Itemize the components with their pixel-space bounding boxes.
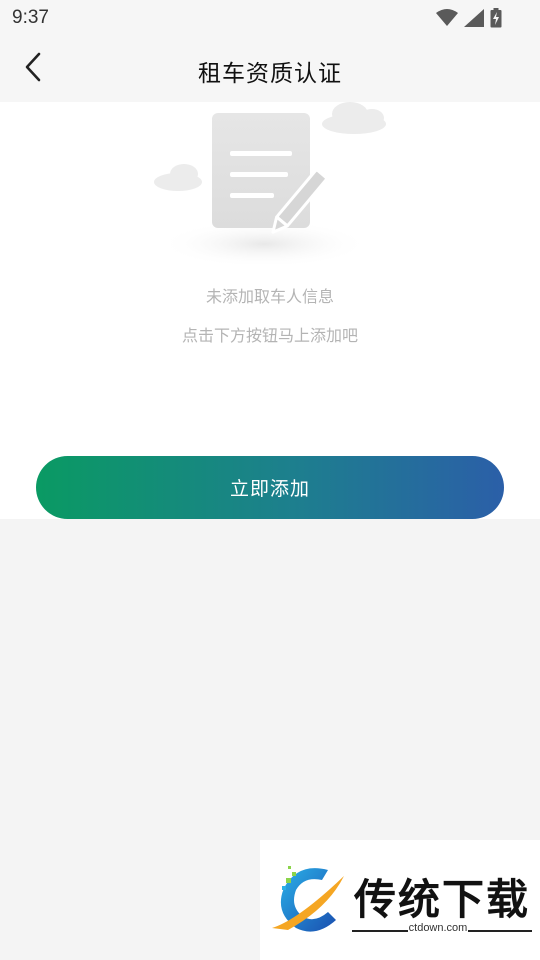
app-header: 租车资质认证	[0, 36, 540, 102]
empty-hint: 点击下方按钮马上添加吧	[181, 326, 358, 345]
wifi-icon	[436, 9, 458, 27]
status-icons	[436, 8, 502, 28]
add-now-button[interactable]: 立即添加	[36, 456, 504, 519]
watermark-brand: 传统下载	[354, 875, 531, 924]
document-edit-icon	[150, 102, 390, 268]
page-title: 租车资质认证	[198, 61, 342, 87]
signal-icon	[464, 9, 484, 27]
status-time: 9:37	[12, 7, 49, 28]
watermark-url: ctdown.com	[408, 922, 468, 934]
main-content: 未添加取车人信息 点击下方按钮马上添加吧 立即添加	[0, 102, 540, 519]
empty-message: 未添加取车人信息	[205, 287, 334, 306]
status-bar: 9:37	[0, 0, 540, 36]
watermark: 传统下载 ctdown.com	[260, 840, 540, 960]
battery-charging-icon	[490, 8, 502, 28]
